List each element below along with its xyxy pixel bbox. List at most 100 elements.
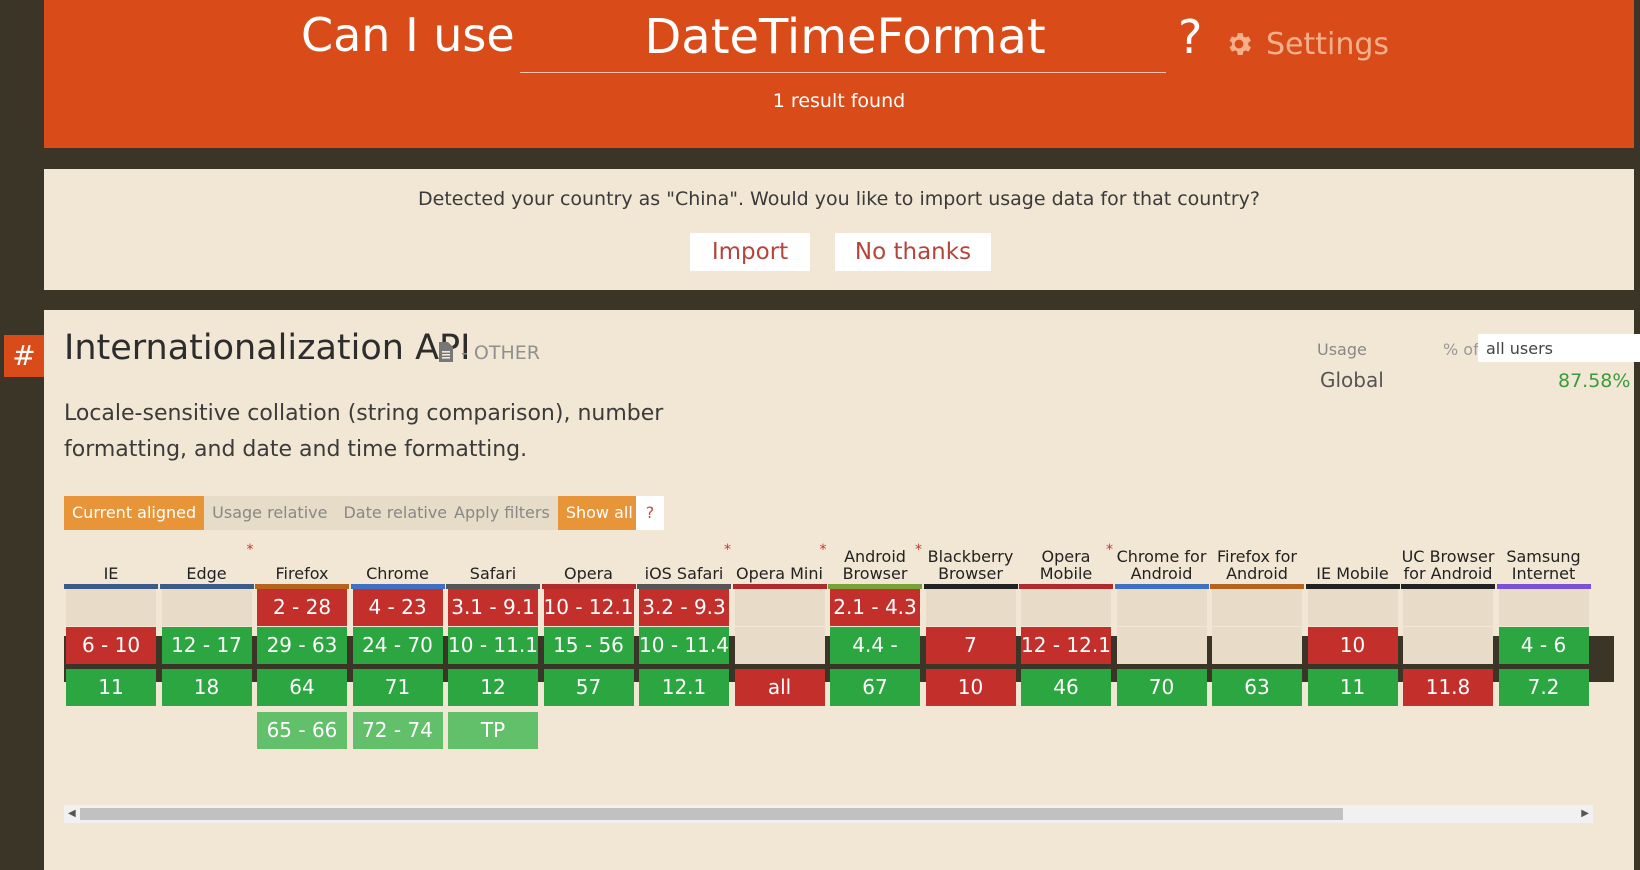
version-cell[interactable] xyxy=(1212,627,1302,664)
version-cell[interactable] xyxy=(66,589,156,626)
version-cell[interactable]: 3.1 - 9.1 xyxy=(448,589,538,626)
version-cell[interactable]: 10 - 11.4 xyxy=(639,627,729,664)
usage-relative-button[interactable]: Usage relative xyxy=(204,496,336,530)
document-icon[interactable] xyxy=(438,342,454,362)
version-cell[interactable]: 12.1 xyxy=(639,669,729,706)
feature-anchor-link[interactable]: # xyxy=(4,335,44,377)
scroll-left-icon[interactable]: ◀ xyxy=(68,808,76,819)
version-cell[interactable]: 11 xyxy=(66,669,156,706)
browser-column: Chrome 4 - 23 24 - 70 71 72 - 74 xyxy=(350,542,445,840)
version-cell[interactable]: 63 xyxy=(1212,669,1302,706)
browser-column: Android Browser * 2.1 - 4.34.4 - 4.4.467 xyxy=(828,542,922,840)
version-cell[interactable] xyxy=(1116,627,1207,664)
version-cell[interactable] xyxy=(1212,589,1302,626)
browser-name: Opera xyxy=(542,542,636,584)
browser-name: Chrome for Android xyxy=(1115,542,1209,584)
notes-star-icon[interactable]: * xyxy=(1106,542,1113,559)
version-cell[interactable]: 3.2 - 9.3 xyxy=(639,589,729,626)
version-cell[interactable] xyxy=(734,627,825,664)
browser-name: Blackberry Browser xyxy=(924,542,1018,584)
browser-column: IE 6 - 10 11 xyxy=(64,542,158,840)
gear-icon xyxy=(1229,33,1251,55)
no-thanks-button[interactable]: No thanks xyxy=(835,233,991,271)
version-cell[interactable]: 65 - 66 xyxy=(257,712,347,749)
version-cell[interactable]: 70 xyxy=(1116,669,1207,706)
browser-name-label: iOS Safari xyxy=(644,564,724,583)
browser-name: Firefox xyxy=(255,542,349,584)
version-cell[interactable]: 12 - 17 xyxy=(161,627,252,664)
version-cell[interactable]: TP xyxy=(448,712,538,749)
version-cell[interactable]: 4.4 - 4.4.4 xyxy=(830,627,920,694)
version-cell[interactable]: 2.1 - 4.3 xyxy=(830,589,920,626)
horizontal-scrollbar[interactable]: ◀ ▶ xyxy=(64,805,1593,823)
version-cell[interactable] xyxy=(161,589,252,626)
version-cell[interactable]: all xyxy=(734,669,825,706)
version-cell[interactable]: 4 - 23 xyxy=(352,589,443,626)
browser-column: Firefox 2 - 28 29 - 63 64 65 - 66 xyxy=(255,542,349,840)
version-cell[interactable]: 7 xyxy=(925,627,1016,664)
version-cell[interactable]: 11.8 xyxy=(1403,669,1493,706)
import-banner: Detected your country as "China". Would … xyxy=(44,169,1634,290)
version-cell[interactable]: 12 - 12.1 xyxy=(1021,627,1111,664)
browser-name-label: Blackberry Browser xyxy=(927,547,1014,583)
feature-title[interactable]: Internationalization API xyxy=(64,328,470,368)
help-button[interactable]: ? xyxy=(1178,10,1202,64)
version-cell[interactable]: 29 - 63 xyxy=(257,627,347,664)
version-cell[interactable]: 6 - 10 xyxy=(66,627,156,664)
browser-name: Opera Mobile * xyxy=(1019,542,1113,584)
version-cell[interactable] xyxy=(1307,589,1398,626)
users-select-value: all users xyxy=(1486,338,1554,358)
version-cell[interactable]: 4 - 6 xyxy=(1498,627,1589,664)
version-cell[interactable]: 2 - 28 xyxy=(257,589,347,626)
version-cell[interactable]: 15 - 56 xyxy=(543,627,634,664)
import-button[interactable]: Import xyxy=(690,233,810,271)
users-select[interactable]: all users ▲▼ xyxy=(1478,334,1640,362)
version-cell[interactable]: 67 xyxy=(830,669,920,706)
browser-name: IE Mobile xyxy=(1306,542,1400,584)
version-cell[interactable]: 10 xyxy=(1307,627,1398,664)
scroll-right-icon[interactable]: ▶ xyxy=(1581,808,1589,819)
browser-name-label: Chrome xyxy=(366,564,429,583)
apply-filters-button[interactable]: Apply filters xyxy=(446,496,558,530)
notes-star-icon[interactable]: * xyxy=(820,542,827,559)
browser-name: Opera Mini * xyxy=(733,542,827,584)
version-cell[interactable]: 10 - 11.1 xyxy=(448,627,538,664)
country-detect-message: Detected your country as "China". Would … xyxy=(418,188,1260,210)
version-cell[interactable]: 10 xyxy=(925,669,1016,706)
version-cell[interactable]: 24 - 70 xyxy=(352,627,443,664)
notes-star-icon[interactable]: * xyxy=(724,542,731,559)
version-cell[interactable]: 10 - 12.1 xyxy=(543,589,634,626)
version-cell[interactable] xyxy=(1498,589,1589,626)
version-cell[interactable]: 46 xyxy=(1021,669,1111,706)
notes-star-icon[interactable]: * xyxy=(247,542,254,559)
version-cell[interactable]: 72 - 74 xyxy=(352,712,443,749)
browser-name-label: Android Browser xyxy=(842,547,908,583)
version-cell[interactable]: 7.2 xyxy=(1498,669,1589,706)
notes-star-icon[interactable]: * xyxy=(915,542,922,559)
table-help-button[interactable]: ? xyxy=(636,496,664,530)
settings-label: Settings xyxy=(1266,26,1390,62)
version-cell[interactable] xyxy=(1403,589,1493,626)
version-cell[interactable] xyxy=(1116,589,1207,626)
show-all-button[interactable]: Show all xyxy=(557,496,641,530)
version-cell[interactable]: 18 xyxy=(161,669,252,706)
settings-button[interactable]: Settings xyxy=(1224,24,1389,64)
search-input[interactable] xyxy=(520,2,1170,72)
version-cell[interactable] xyxy=(1403,627,1493,664)
scrollbar-thumb[interactable] xyxy=(80,808,1343,820)
version-cell[interactable] xyxy=(734,589,825,626)
browser-name-label: Opera Mobile xyxy=(1039,547,1093,583)
current-aligned-button[interactable]: Current aligned xyxy=(64,496,205,530)
support-table: IE 6 - 10 11 Edge * 12 - 17 18 Firefox 2 - 28 29 … xyxy=(64,542,1614,840)
version-cell[interactable]: 12 xyxy=(448,669,538,706)
version-cell[interactable] xyxy=(1021,589,1111,626)
version-cell[interactable]: 64 xyxy=(257,669,347,706)
version-cell[interactable]: 11 xyxy=(1307,669,1398,706)
version-cell[interactable] xyxy=(925,589,1016,626)
browser-name: IE xyxy=(64,542,158,584)
date-relative-button[interactable]: Date relative xyxy=(335,496,456,530)
version-cell[interactable]: 71 xyxy=(352,669,443,706)
version-cell[interactable]: 57 xyxy=(543,669,634,706)
browser-name-label: Opera xyxy=(564,564,613,583)
browser-name-label: IE Mobile xyxy=(1316,564,1389,583)
